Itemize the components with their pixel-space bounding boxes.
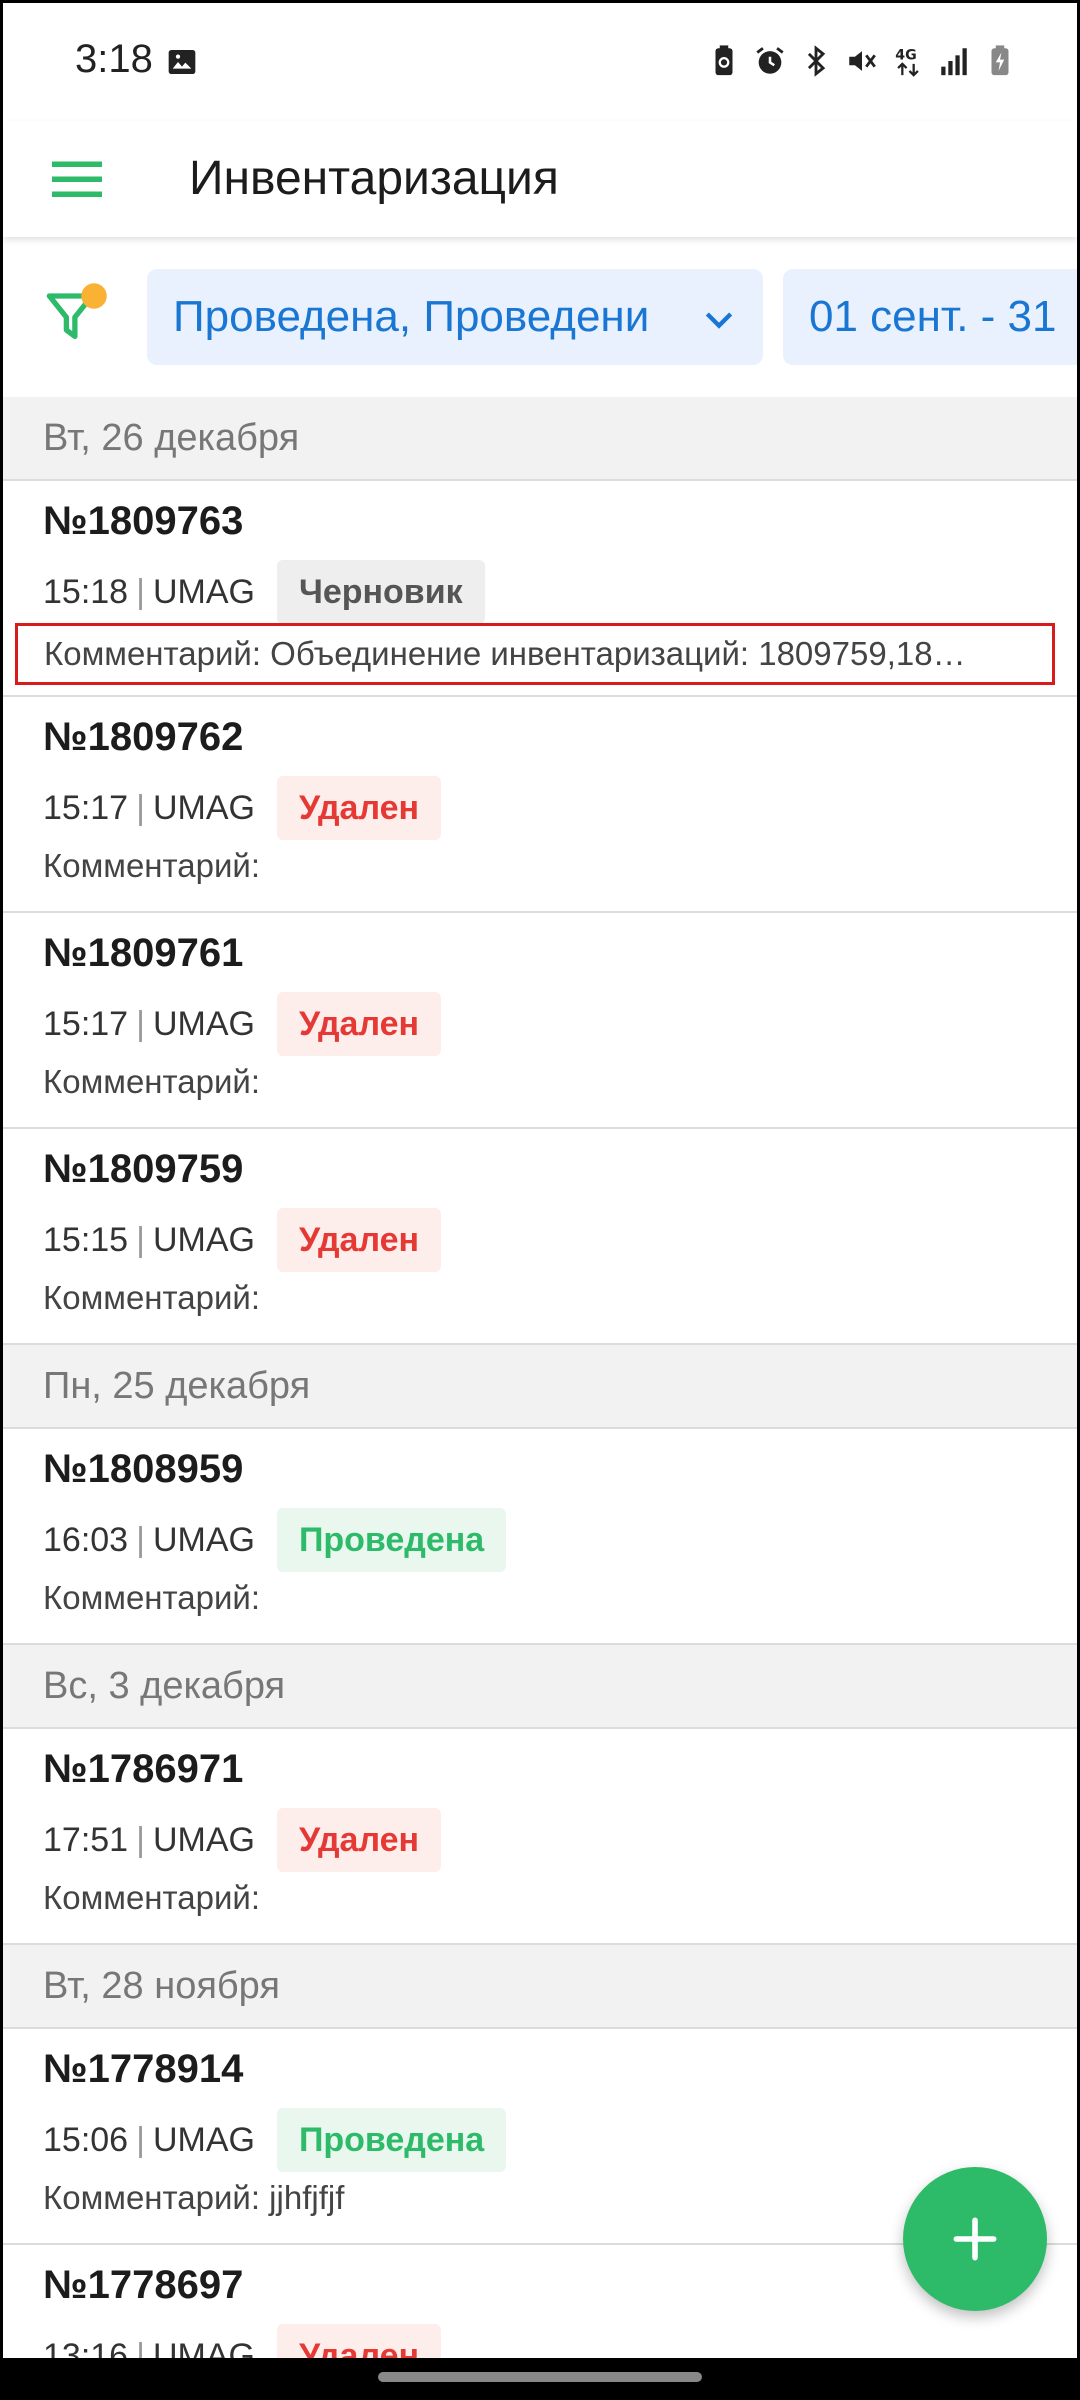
meta-separator: | xyxy=(136,788,145,827)
list-item[interactable]: №1786971 17:51 | UMAG Удален Комментарий: xyxy=(3,1729,1077,1945)
item-number: №1809763 xyxy=(43,499,244,543)
item-store: UMAG xyxy=(152,1220,255,1259)
status-badge: Проведена xyxy=(276,1508,507,1572)
meta-separator: | xyxy=(136,2120,145,2159)
item-comment: Комментарий: xyxy=(43,847,261,884)
item-number: №1778914 xyxy=(43,2047,244,2091)
hamburger-menu-icon[interactable] xyxy=(47,149,107,209)
item-comment: Комментарий: jjhfjfjf xyxy=(43,2179,345,2216)
item-number: №1809761 xyxy=(43,931,244,975)
meta-separator: | xyxy=(136,1820,145,1859)
screen: 3:18 4G Инвентаризация Проведена, Провед… xyxy=(3,3,1077,2358)
item-meta: 15:17 | UMAG Удален xyxy=(43,991,442,1057)
item-number: №1778697 xyxy=(43,2263,244,2307)
list-item[interactable]: №1809763 15:18 | UMAG Черновик Комментарий… xyxy=(3,481,1077,697)
item-time: 17:51 xyxy=(43,1820,129,1859)
inventory-list: Вт, 26 декабря №1809763 15:18 | UMAG Черно… xyxy=(3,397,1077,2358)
item-store: UMAG xyxy=(152,1820,255,1859)
meta-separator: | xyxy=(136,1004,145,1043)
item-comment: Комментарий: xyxy=(43,1063,261,1100)
image-icon xyxy=(168,50,196,74)
item-number: №1786971 xyxy=(43,1747,244,1791)
4g-icon: 4G xyxy=(895,48,919,77)
item-meta: 15:18 | UMAG Черновик xyxy=(43,559,485,625)
meta-separator: | xyxy=(136,1520,145,1559)
battery-charging-icon xyxy=(991,45,1009,76)
status-badge: Проведена xyxy=(276,2108,507,2172)
meta-separator: | xyxy=(136,1220,145,1259)
date-filter-chip[interactable]: 01 сент. - 31 xyxy=(783,269,1077,365)
status-badge: Удален xyxy=(276,776,442,840)
date-header: Пн, 25 декабря xyxy=(3,1345,1077,1429)
status-badge: Удален xyxy=(276,2324,442,2358)
item-comment: Комментарий: Объединение инвентаризаций:… xyxy=(15,623,1055,685)
meta-separator: | xyxy=(136,2336,145,2359)
bluetooth-icon xyxy=(807,45,826,77)
item-comment: Комментарий: xyxy=(43,1279,261,1316)
status-badge: Удален xyxy=(276,1208,442,1272)
item-time: 15:18 xyxy=(43,572,129,611)
status-bar: 3:18 4G xyxy=(3,3,1077,121)
status-icons: 4G xyxy=(707,43,1017,79)
status-badge: Удален xyxy=(276,1808,442,1872)
item-store: UMAG xyxy=(152,572,255,611)
app-bar: Инвентаризация xyxy=(3,121,1077,237)
date-header: Вт, 28 ноября xyxy=(3,1945,1077,2029)
item-store: UMAG xyxy=(152,1004,255,1043)
item-meta: 17:51 | UMAG Удален xyxy=(43,1807,442,1873)
item-store: UMAG xyxy=(152,788,255,827)
signal-icon xyxy=(941,48,967,76)
chevron-down-icon xyxy=(705,312,733,329)
item-number: №1808959 xyxy=(43,1447,244,1491)
status-badge: Удален xyxy=(276,992,442,1056)
status-time: 3:18 xyxy=(75,37,153,81)
filter-bar: Проведена, Проведени 01 сент. - 31 xyxy=(3,237,1077,397)
list-item[interactable]: №1808959 16:03 | UMAG Проведена Комментари… xyxy=(3,1429,1077,1645)
alarm-icon xyxy=(756,47,784,74)
list-item[interactable]: №1809762 15:17 | UMAG Удален Комментарий: xyxy=(3,697,1077,913)
add-inventory-button[interactable] xyxy=(903,2167,1047,2311)
item-comment: Комментарий: xyxy=(43,1579,261,1616)
item-time: 15:17 xyxy=(43,1004,129,1043)
battery-saver-icon xyxy=(715,45,733,76)
status-filter-label: Проведена, Проведени xyxy=(173,292,650,341)
item-meta: 15:15 | UMAG Удален xyxy=(43,1207,442,1273)
item-meta: 15:17 | UMAG Удален xyxy=(43,775,442,841)
item-time: 15:06 xyxy=(43,2120,129,2159)
svg-text:4G: 4G xyxy=(895,48,916,64)
status-badge: Черновик xyxy=(276,560,485,624)
item-meta: 15:06 | UMAG Проведена xyxy=(43,2107,507,2173)
mute-icon xyxy=(849,51,876,71)
item-store: UMAG xyxy=(152,1520,255,1559)
item-number: №1809759 xyxy=(43,1147,244,1191)
item-time: 15:15 xyxy=(43,1220,129,1259)
item-time: 16:03 xyxy=(43,1520,129,1559)
list-item[interactable]: №1809761 15:17 | UMAG Удален Комментарий: xyxy=(3,913,1077,1129)
date-header: Вс, 3 декабря xyxy=(3,1645,1077,1729)
date-header: Вт, 26 декабря xyxy=(3,397,1077,481)
item-comment: Комментарий: xyxy=(43,1879,261,1916)
item-store: UMAG xyxy=(152,2120,255,2159)
page-title: Инвентаризация xyxy=(189,152,559,205)
item-time: 15:17 xyxy=(43,788,129,827)
item-meta: 16:03 | UMAG Проведена xyxy=(43,1507,507,1573)
plus-icon xyxy=(953,2217,997,2261)
item-time: 13:16 xyxy=(43,2336,129,2359)
list-item[interactable]: №1809759 15:15 | UMAG Удален Комментарий: xyxy=(3,1129,1077,1345)
item-meta: 13:16 | UMAG Удален xyxy=(43,2323,442,2359)
filter-icon[interactable] xyxy=(43,279,111,347)
meta-separator: | xyxy=(136,572,145,611)
item-store: UMAG xyxy=(152,2336,255,2359)
date-filter-label: 01 сент. - 31 xyxy=(809,292,1057,341)
status-filter-chip[interactable]: Проведена, Проведени xyxy=(147,269,763,365)
item-number: №1809762 xyxy=(43,715,244,759)
gesture-nav-handle[interactable] xyxy=(378,2372,702,2382)
